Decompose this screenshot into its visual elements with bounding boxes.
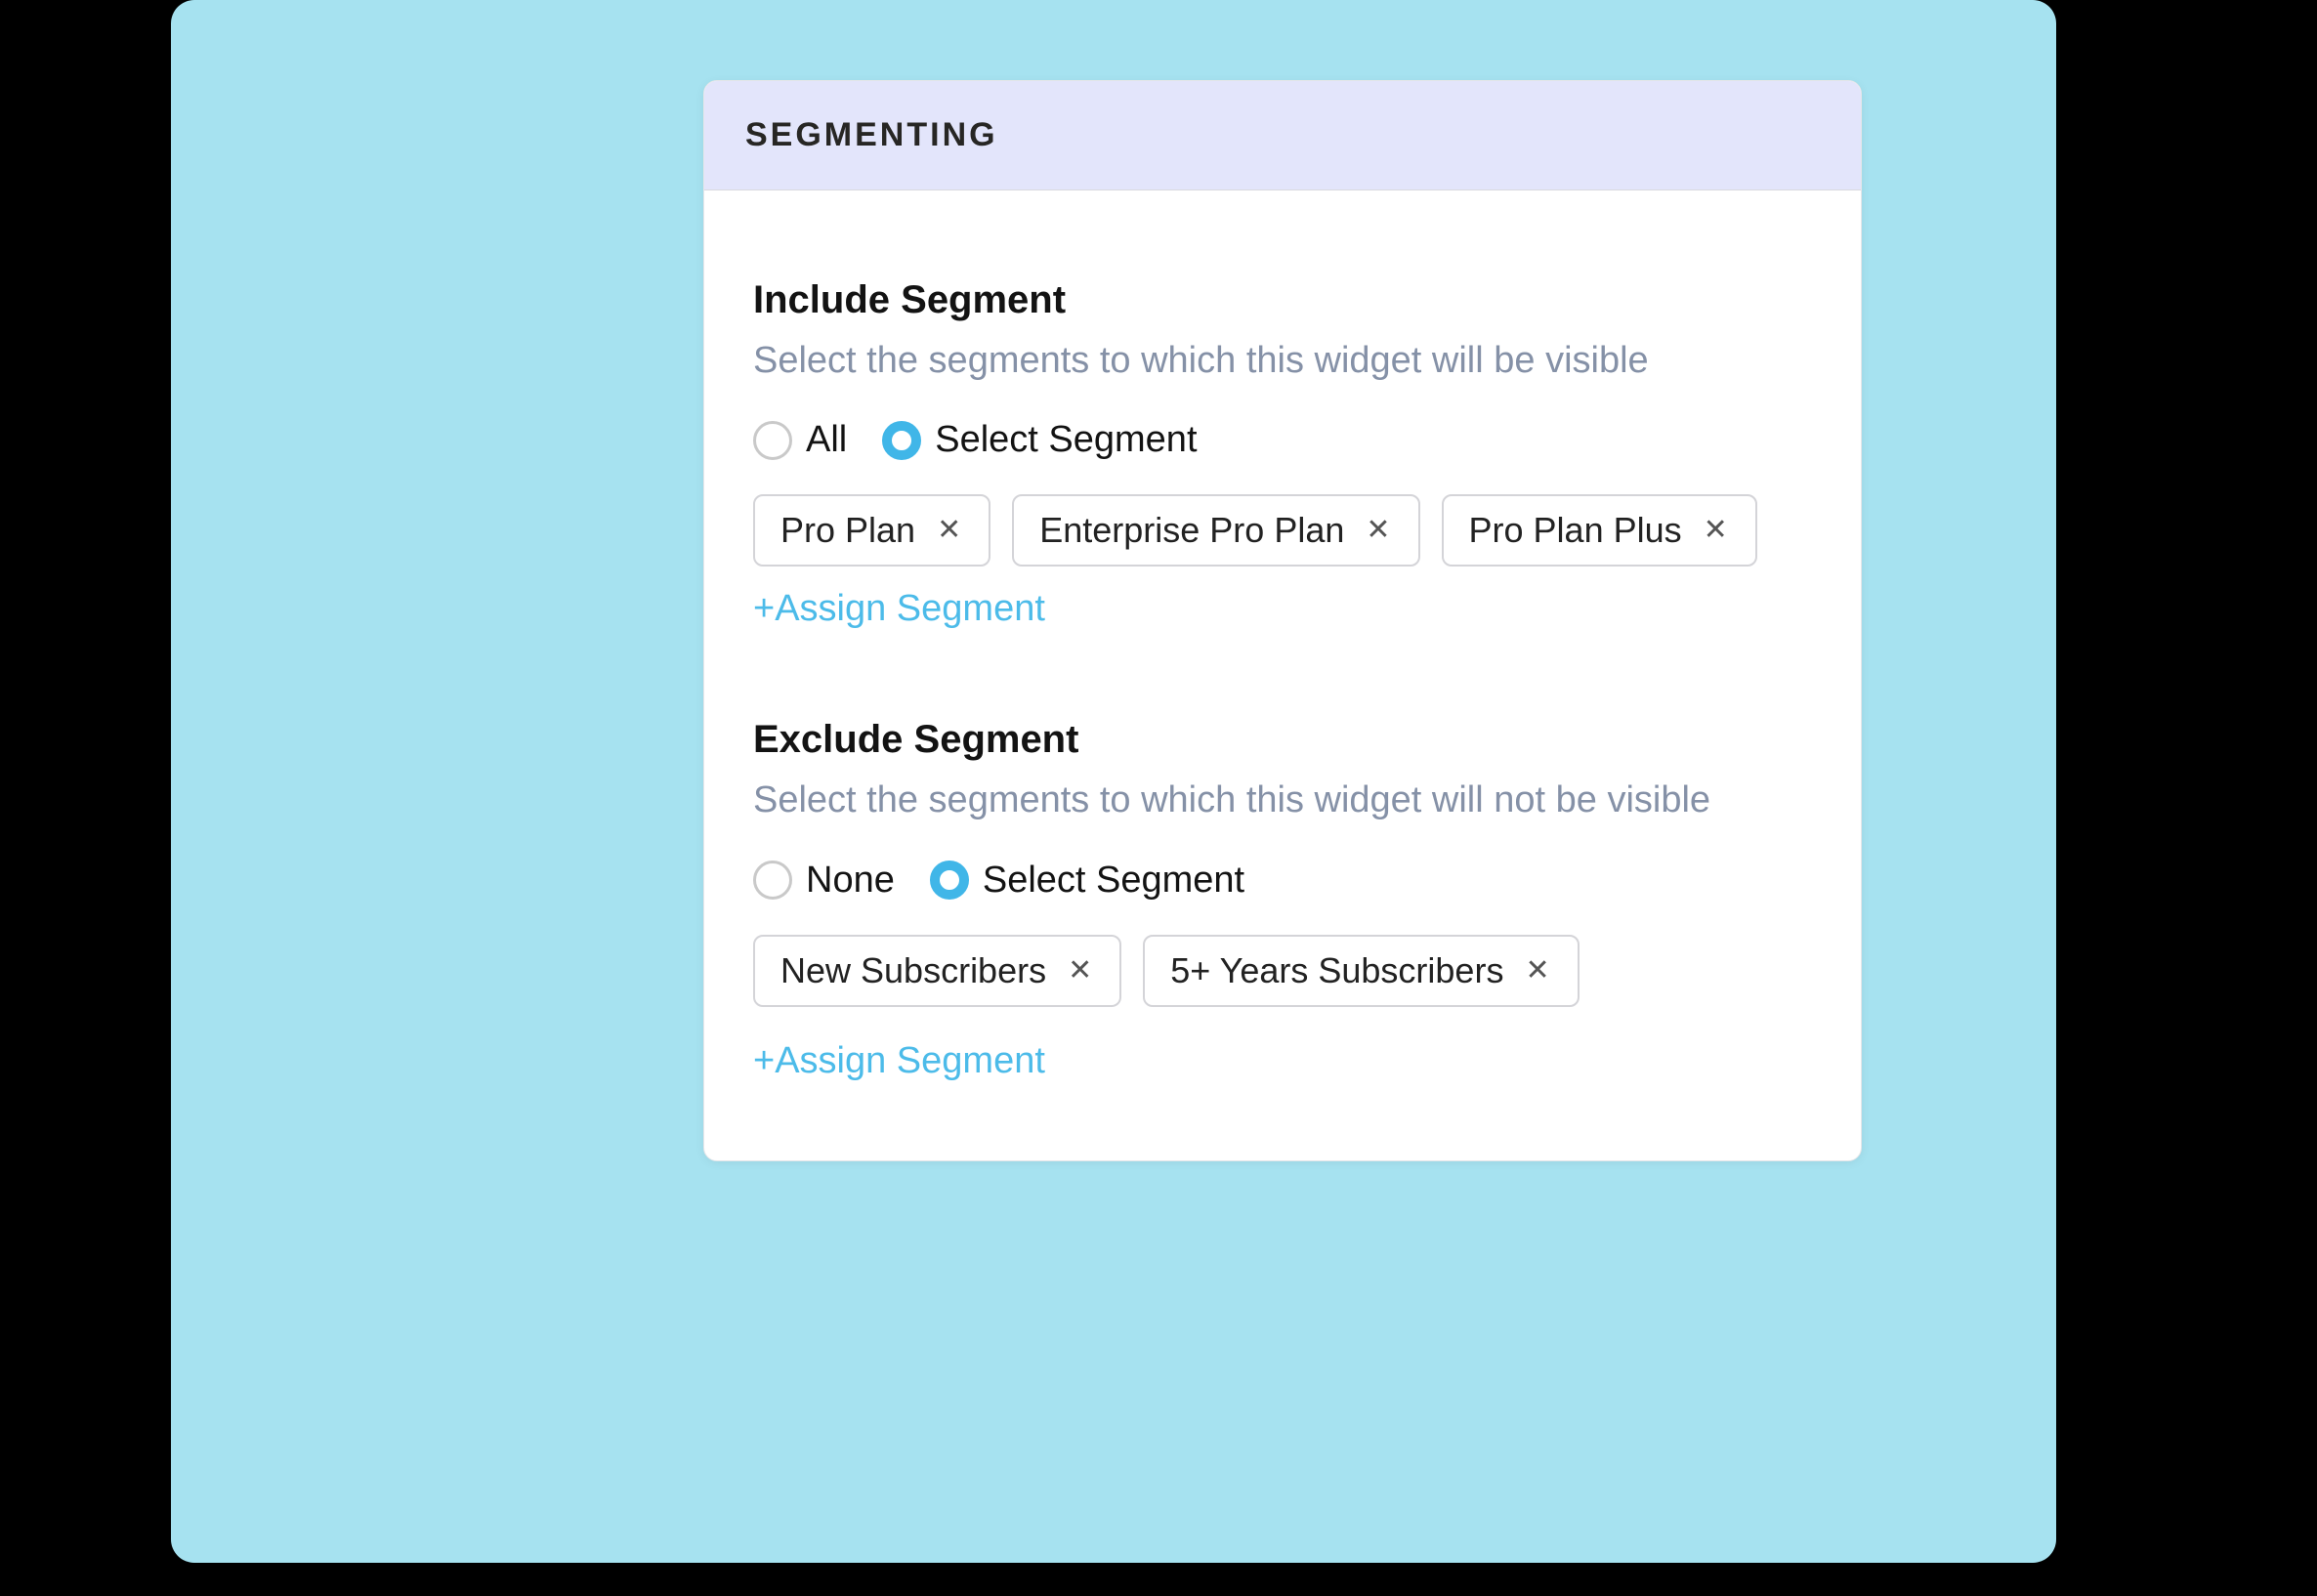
include-assign-segment-link[interactable]: +Assign Segment [753, 588, 1045, 630]
radio-checked-icon [882, 421, 921, 460]
exclude-chips: New Subscribers ✕ 5+ Years Subscribers ✕ [753, 935, 1812, 1007]
card-header: SEGMENTING [704, 81, 1861, 190]
chip-pro-plan-plus[interactable]: Pro Plan Plus ✕ [1442, 494, 1757, 567]
chip-label: New Subscribers [780, 950, 1046, 991]
radio-unchecked-icon [753, 861, 792, 900]
chip-new-subscribers[interactable]: New Subscribers ✕ [753, 935, 1121, 1007]
exclude-radio-select[interactable]: Select Segment [930, 860, 1244, 902]
close-icon[interactable]: ✕ [1702, 516, 1730, 545]
include-section: Include Segment Select the segments to w… [753, 278, 1812, 630]
radio-unchecked-icon [753, 421, 792, 460]
include-chips: Pro Plan ✕ Enterprise Pro Plan ✕ Pro Pla… [753, 494, 1812, 630]
radio-checked-icon [930, 861, 969, 900]
exclude-assign-segment-link[interactable]: +Assign Segment [753, 1040, 1045, 1082]
segmenting-card: SEGMENTING Include Segment Select the se… [703, 80, 1862, 1161]
include-title: Include Segment [753, 278, 1812, 322]
exclude-radio-select-label: Select Segment [983, 860, 1244, 902]
exclude-radio-none-label: None [806, 860, 895, 902]
include-radio-select[interactable]: Select Segment [882, 419, 1197, 461]
exclude-radio-row: None Select Segment [753, 860, 1812, 902]
chip-label: Pro Plan Plus [1469, 510, 1682, 551]
chip-5plus-years-subscribers[interactable]: 5+ Years Subscribers ✕ [1143, 935, 1579, 1007]
include-radio-row: All Select Segment [753, 419, 1812, 461]
exclude-title: Exclude Segment [753, 718, 1812, 762]
exclude-description: Select the segments to which this widget… [753, 776, 1812, 825]
chip-label: 5+ Years Subscribers [1170, 950, 1503, 991]
chip-enterprise-pro-plan[interactable]: Enterprise Pro Plan ✕ [1012, 494, 1419, 567]
close-icon[interactable]: ✕ [1523, 956, 1551, 986]
chip-label: Pro Plan [780, 510, 915, 551]
card-body: Include Segment Select the segments to w… [704, 190, 1861, 1160]
close-icon[interactable]: ✕ [935, 516, 963, 545]
include-radio-all-label: All [806, 419, 847, 461]
close-icon[interactable]: ✕ [1066, 956, 1094, 986]
chip-pro-plan[interactable]: Pro Plan ✕ [753, 494, 990, 567]
close-icon[interactable]: ✕ [1364, 516, 1392, 545]
include-radio-all[interactable]: All [753, 419, 847, 461]
card-title: SEGMENTING [745, 116, 1820, 154]
exclude-radio-none[interactable]: None [753, 860, 895, 902]
chip-label: Enterprise Pro Plan [1039, 510, 1344, 551]
include-radio-select-label: Select Segment [935, 419, 1197, 461]
background-panel: SEGMENTING Include Segment Select the se… [171, 0, 2056, 1563]
include-description: Select the segments to which this widget… [753, 336, 1812, 386]
stage: SEGMENTING Include Segment Select the se… [0, 0, 2317, 1596]
exclude-section: Exclude Segment Select the segments to w… [753, 718, 1812, 1081]
